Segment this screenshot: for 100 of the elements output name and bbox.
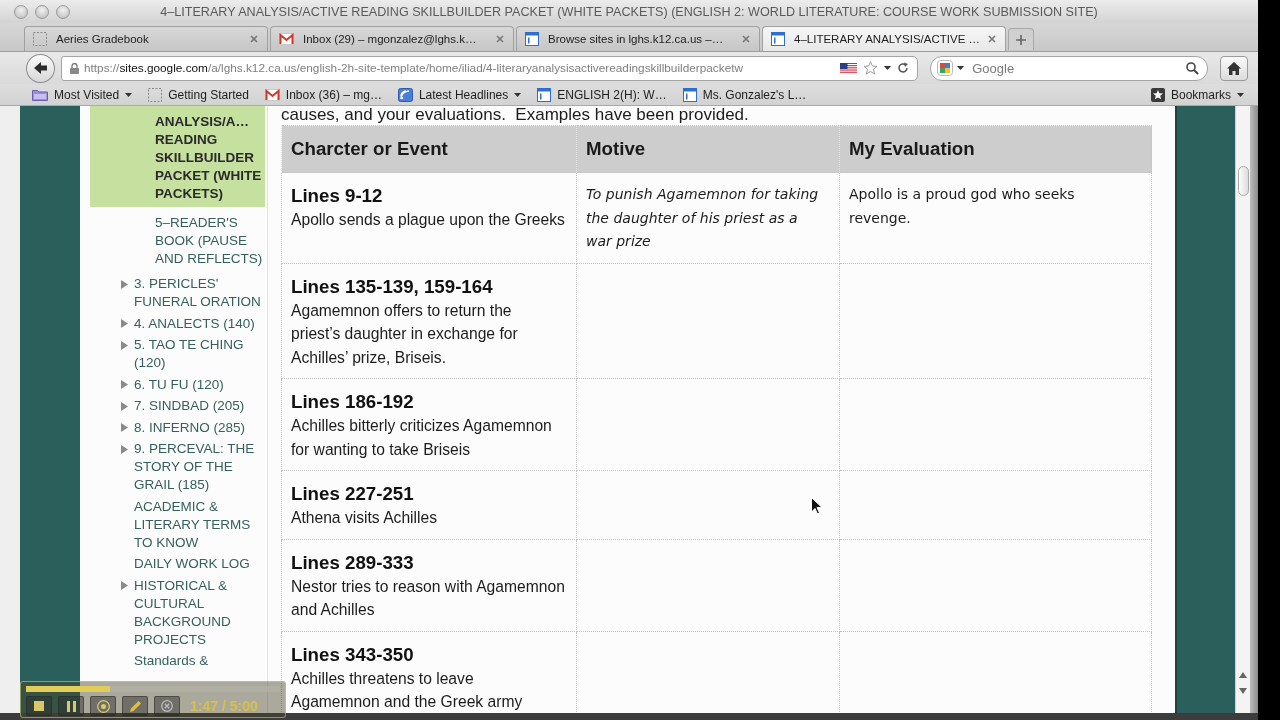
event-text: Achilles bitterly criticizes Agamemnon for wanting to take Briseis [291, 416, 553, 460]
bookmark-item[interactable]: Getting Started [148, 87, 249, 102]
folder-icon [32, 88, 48, 101]
page-icon [771, 32, 785, 46]
webcam-button[interactable] [90, 696, 116, 716]
close-icon [161, 700, 173, 712]
search-icon[interactable] [1186, 61, 1199, 75]
line-range: Lines 186-192 [291, 390, 415, 414]
bookmark-item[interactable]: Inbox (36) – mg… [264, 87, 382, 102]
sidebar-link[interactable]: 5–READER'S BOOK (PAUSE AND REFLECTS) [90, 210, 265, 272]
new-tab-button[interactable] [1008, 28, 1034, 50]
expand-triangle-icon[interactable] [121, 319, 128, 328]
sidebar-link[interactable]: 5. TAO TE CHING (120) [134, 336, 267, 372]
search-engine-icon [937, 60, 954, 76]
browser-tab[interactable]: Aeries Gradebook [24, 26, 268, 51]
line-range: Lines 9-12 [291, 184, 384, 208]
pause-button[interactable] [58, 696, 84, 716]
progress-track[interactable] [26, 686, 280, 692]
bookmark-label: Getting Started [168, 87, 249, 102]
column-header: Charcter or Event [281, 125, 577, 173]
stop-icon [34, 701, 44, 711]
home-button[interactable] [1220, 55, 1248, 81]
close-icon[interactable] [250, 35, 258, 43]
address-field[interactable]: https://sites.google.com/a/lghs.k12.ca.us/english-2h-site-template/home/iliad/4-literaryanalysisactivereadingskillbuilderpacketw [61, 55, 919, 81]
cursor-icon [811, 497, 823, 515]
expand-triangle-icon[interactable] [121, 279, 128, 289]
back-button[interactable] [26, 53, 55, 83]
star-icon[interactable] [863, 61, 879, 75]
bookmark-label: Latest Headlines [418, 87, 509, 102]
bookmark-label: ENGLISH 2(H): W… [557, 87, 667, 102]
expand-triangle-icon[interactable] [121, 401, 128, 411]
close-button[interactable] [154, 696, 180, 716]
sidebar-link[interactable]: 7. SINDBAD (205) [134, 397, 267, 415]
bookmark-label: Most Visited [54, 87, 120, 102]
zoom-window-button[interactable] [56, 4, 70, 19]
search-box[interactable]: Google [930, 55, 1208, 81]
tab-title: Browse sites in lghs.k12.ca.us –… [547, 33, 725, 45]
bookmark-item[interactable]: Ms. Gonzalez's L… [682, 87, 807, 102]
close-window-button[interactable] [14, 4, 28, 19]
motive-text: To punish Agamemnon for taking the daughter of his priest as a war prize [586, 185, 820, 251]
sidebar-link[interactable]: Standards & [134, 652, 267, 670]
lock-icon [70, 62, 79, 74]
browser-tab[interactable]: 4–LITERARY ANALYSIS/ACTIVE … [762, 26, 1006, 51]
house-icon [1227, 61, 1241, 75]
event-text: Achilles threatens to leave Agamemnon and the Greek army [291, 668, 524, 712]
event-text: Apollo sends a plague upon the Greeks [291, 210, 565, 230]
tab-title: Aeries Gradebook [55, 33, 150, 45]
down-arrow-icon [1239, 688, 1247, 694]
pen-button[interactable] [122, 696, 148, 716]
reload-icon[interactable] [897, 62, 910, 74]
event-text: Athena visits Achilles [291, 508, 439, 528]
evaluation-text: Apollo is a proud god who seeks revenge. [849, 185, 1076, 228]
mail-icon [264, 88, 280, 101]
expand-triangle-icon[interactable] [121, 380, 128, 389]
bookmarks-label: Bookmarks [1170, 87, 1231, 102]
sidebar-link[interactable]: 6. TU FU (120) [134, 375, 267, 394]
bookmarks-menu[interactable]: Bookmarks [1150, 87, 1244, 102]
scrollbar[interactable] [1235, 106, 1250, 713]
sidebar-link[interactable]: DAILY WORK LOG [134, 555, 267, 573]
minimize-window-button[interactable] [35, 4, 49, 19]
expand-triangle-icon[interactable] [121, 581, 128, 590]
tab-title: 4–LITERARY ANALYSIS/ACTIVE … [793, 33, 981, 45]
line-range: Lines 227-251 [291, 482, 415, 506]
bookmark-label: Inbox (36) – mg… [285, 87, 382, 102]
browser-tab[interactable]: Inbox (29) – mgonzalez@lghs.k… [270, 26, 514, 51]
dropdown-caret-icon [957, 66, 965, 70]
expand-triangle-icon[interactable] [121, 340, 128, 350]
search-input[interactable]: Google [968, 60, 1182, 76]
dropdown-caret-icon [884, 66, 892, 70]
expand-triangle-icon[interactable] [121, 444, 128, 454]
sidebar-link[interactable]: ACADEMIC & LITERARY TERMS TO KNOW [134, 497, 267, 552]
webcam-icon [96, 699, 110, 713]
window-title: 4–LITERARY ANALYSIS/ACTIVE READING SKILLBUILDER PACKET (WHITE PACKETS) (ENGLISH 2: WORLD LITERATURE: COURSE WORK SUBMISSION SITE) [159, 4, 1099, 19]
browser-tab[interactable]: Browse sites in lghs.k12.ca.us –… [516, 26, 760, 51]
expand-triangle-icon[interactable] [121, 423, 128, 432]
bookmark-item[interactable]: Most Visited [32, 87, 133, 102]
page-icon [537, 87, 552, 102]
column-header: My Evaluation [839, 125, 1152, 173]
blank-page-icon [33, 32, 47, 46]
flag-icon [840, 62, 858, 74]
elapsed-time: 1:47 / 5:00 [190, 698, 258, 714]
sidebar-link[interactable]: 3. PERICLES' FUNERAL ORATION [134, 275, 267, 311]
blank-page-icon [148, 87, 163, 102]
back-arrow-icon [34, 62, 47, 74]
sidebar-link[interactable]: 8. INFERNO (285) [134, 418, 267, 437]
sidebar-link[interactable]: ANALYSIS/A… READING SKILLBUILDER PACKET (WHITE PACKETS) [90, 106, 265, 207]
sidebar-link[interactable]: HISTORICAL & CULTURAL BACKGROUND PROJECTS [134, 576, 267, 649]
scrollbar-thumb[interactable] [1237, 166, 1249, 196]
sidebar-link[interactable]: 9. PERCEVAL: THE STORY OF THE GRAIL (185) [134, 440, 267, 494]
bookmark-item[interactable]: ENGLISH 2(H): W… [537, 87, 667, 102]
bookmark-label: Ms. Gonzalez's L… [702, 87, 807, 102]
instructions-text: causes, and your evaluations. Examples have been provided. [281, 107, 750, 123]
stop-button[interactable] [26, 696, 52, 716]
close-icon[interactable] [496, 35, 504, 43]
pause-icon [66, 700, 76, 712]
close-icon[interactable] [988, 35, 996, 43]
line-range: Lines 135-139, 159-164 [291, 274, 494, 299]
sidebar-link[interactable]: 4. ANALECTS (140) [134, 314, 267, 333]
close-icon[interactable] [742, 35, 750, 43]
bookmark-item[interactable]: Latest Headlines [397, 87, 522, 102]
